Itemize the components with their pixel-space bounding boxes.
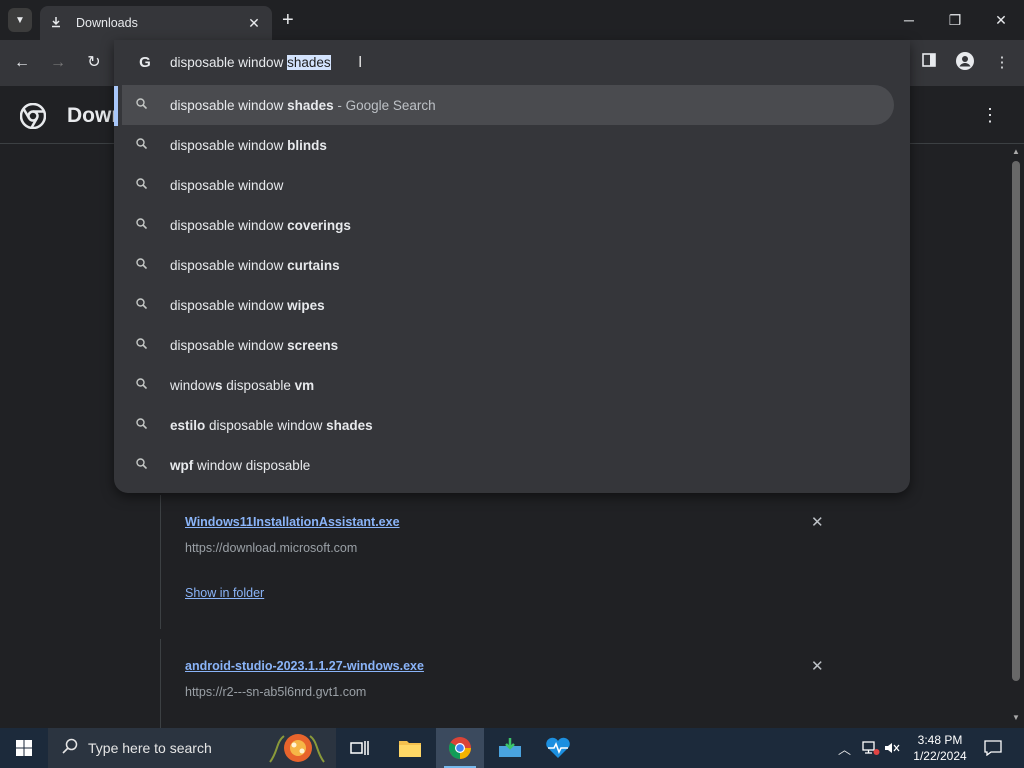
task-view-button[interactable] [336,728,384,768]
active-suggestion-indicator [114,86,118,126]
scroll-thumb[interactable] [1012,161,1020,681]
tab-close-icon[interactable]: ✕ [246,15,262,32]
search-icon [122,338,170,352]
download-item: Windows11InstallationAssistant.exe https… [160,495,840,629]
download-filename-link[interactable]: android-studio-2023.1.1.27-windows.exe [185,659,424,673]
omnibox-suggestion[interactable]: disposable window wipes [122,285,894,325]
side-panel-button[interactable] [918,52,940,74]
taskbar-clock[interactable]: 3:48 PM 1/22/2024 [900,732,980,764]
minimize-button[interactable]: ─ [886,0,932,40]
chevron-up-icon: ︿ [838,741,852,757]
download-filename-link[interactable]: Windows11InstallationAssistant.exe [185,515,400,529]
reload-button[interactable]: ↻ [83,52,105,74]
file-explorer-button[interactable] [386,728,434,768]
folder-icon [399,741,421,757]
suggestion-text: disposable window coverings [170,217,351,233]
suggestion-text: wpf window disposable [170,457,311,473]
chevron-down-icon: ▼ [15,14,25,26]
search-icon [122,458,170,472]
back-button[interactable]: ← [11,52,33,74]
task-view-icon [350,741,369,755]
volume-muted-icon[interactable] [884,728,900,768]
remove-download-icon[interactable]: ✕ [811,657,824,675]
search-icon [122,218,170,232]
restore-button[interactable]: ❐ [932,0,978,40]
omnibox-suggestion[interactable]: wpf window disposable [122,445,894,485]
omnibox-suggestion[interactable]: windows disposable vm [122,365,894,405]
taskbar-search-box[interactable]: Type here to search [48,728,336,768]
search-icon [122,378,170,392]
scroll-down-icon[interactable]: ▼ [1011,713,1021,722]
suggestion-text: estilo disposable window shades [170,417,373,433]
installer-icon [499,738,521,757]
chrome-menu-button[interactable]: ⋮ [991,52,1013,74]
chrome-taskbar-button[interactable] [436,728,484,768]
tab-downloads[interactable]: Downloads ✕ [40,6,272,40]
tab-title: Downloads [76,16,138,30]
download-icon [50,16,66,31]
search-icon [122,258,170,272]
profile-button[interactable] [954,52,976,74]
tab-search-button[interactable]: ▼ [8,8,32,32]
suggestion-text: disposable window curtains [170,257,340,273]
omnibox-suggestion[interactable]: disposable window shades - Google Search [122,85,894,125]
suggestion-text: windows disposable vm [170,377,315,393]
taskbar: Type here to search ︿ 3:48 PM 1/22/2024 [0,728,1024,768]
omnibox-suggestion[interactable]: disposable window screens [122,325,894,365]
search-icon [122,298,170,312]
notifications-button[interactable] [984,728,1002,768]
health-app-taskbar-button[interactable] [534,728,582,768]
network-icon[interactable] [862,728,880,768]
suggestion-text: disposable window wipes [170,297,325,313]
suggestion-text: disposable window shades [170,97,334,113]
show-hidden-icons-button[interactable]: ︿ [838,728,851,768]
chrome-logo-icon [19,102,47,130]
suggestion-text: disposable window [170,177,284,193]
suggestion-suffix: - Google Search [333,97,436,113]
omnibox-suggestion[interactable]: estilo disposable window shades [122,405,894,445]
start-button[interactable] [0,728,48,768]
windows-start-icon [16,740,32,756]
search-icon [122,138,170,152]
omnibox-suggestion[interactable]: disposable window curtains [122,245,894,285]
text-cursor-icon: I [358,54,363,71]
heart-pulse-icon [546,737,570,758]
download-item: android-studio-2023.1.1.27-windows.exe h… [160,639,840,729]
show-in-folder-link[interactable]: Show in folder [185,586,264,600]
search-icon [122,418,170,432]
forward-button[interactable]: → [47,52,69,74]
scroll-up-icon[interactable]: ▲ [1011,147,1021,156]
clock-time: 3:48 PM [917,733,963,747]
omnibox-suggestion[interactable]: disposable window blinds [122,125,894,165]
title-bar: ▼ Downloads ✕ + ─ ❐ ✕ [0,0,1024,40]
address-bar-input[interactable]: disposable window shades [170,54,331,72]
close-window-button[interactable]: ✕ [978,0,1024,40]
downloads-more-button[interactable]: ⋮ [980,103,1000,127]
clock-date: 1/22/2024 [913,749,967,763]
autocomplete-selection: shades [287,55,331,70]
search-icon [62,738,78,759]
typed-text: disposable window [170,55,288,70]
suggestion-text: disposable window screens [170,337,339,353]
download-url: https://r2---sn-ab5l6nrd.gvt1.com [185,685,367,699]
scrollbar[interactable]: ▲ ▼ [1008,145,1024,728]
google-g-icon: G [139,54,151,71]
chrome-icon [449,737,471,759]
search-icon [122,178,170,192]
omnibox-suggestion[interactable]: disposable window [122,165,894,205]
new-tab-button[interactable]: + [282,9,294,31]
suggestion-text: disposable window blinds [170,137,327,153]
notification-icon [984,740,1002,756]
omnibox-suggestion[interactable]: disposable window coverings [122,205,894,245]
search-highlight-icon [266,732,330,767]
installer-taskbar-button[interactable] [486,728,534,768]
search-placeholder: Type here to search [88,740,212,756]
remove-download-icon[interactable]: ✕ [811,513,824,531]
download-url: https://download.microsoft.com [185,541,358,555]
search-icon [122,98,170,112]
